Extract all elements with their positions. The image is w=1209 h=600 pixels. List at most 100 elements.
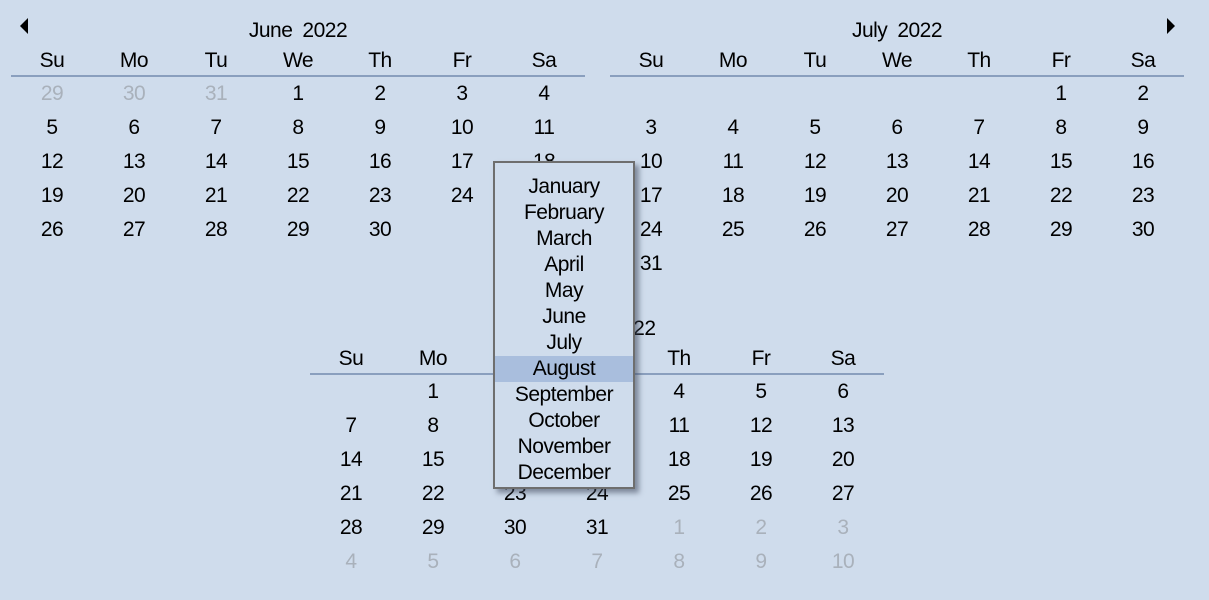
day-cell[interactable]: 30	[474, 511, 556, 545]
day-cell[interactable]: 6	[802, 375, 884, 409]
day-cell[interactable]: 22	[1020, 179, 1102, 213]
day-cell[interactable]: 7	[310, 409, 392, 443]
day-cell[interactable]: 8	[257, 111, 339, 145]
day-cell[interactable]: 14	[310, 443, 392, 477]
day-cell[interactable]: 27	[93, 213, 175, 247]
day-cell[interactable]: 1	[392, 375, 474, 409]
day-cell[interactable]: 12	[11, 145, 93, 179]
day-cell[interactable]: 28	[310, 511, 392, 545]
month-option-october[interactable]: October	[495, 408, 633, 434]
day-cell[interactable]: 27	[802, 477, 884, 511]
day-cell[interactable]: 28	[938, 213, 1020, 247]
day-cell[interactable]: 6	[93, 111, 175, 145]
month-option-april[interactable]: April	[495, 252, 633, 278]
day-cell[interactable]: 16	[339, 145, 421, 179]
day-cell[interactable]: 8	[392, 409, 474, 443]
day-cell[interactable]: 16	[1102, 145, 1184, 179]
day-cell[interactable]: 8	[1020, 111, 1102, 145]
day-cell[interactable]: 6	[856, 111, 938, 145]
day-cell[interactable]: 27	[856, 213, 938, 247]
month-option-june[interactable]: June	[495, 304, 633, 330]
day-cell[interactable]: 5	[720, 375, 802, 409]
month-title[interactable]: July 2022	[610, 17, 1184, 45]
day-cell[interactable]: 5	[11, 111, 93, 145]
day-cell[interactable]: 13	[856, 145, 938, 179]
day-cell[interactable]: 11	[638, 409, 720, 443]
day-cell-other-month[interactable]: 10	[802, 545, 884, 579]
day-cell[interactable]: 1	[257, 77, 339, 111]
day-cell[interactable]: 26	[11, 213, 93, 247]
day-cell[interactable]: 30	[339, 213, 421, 247]
day-cell-other-month[interactable]: 5	[392, 545, 474, 579]
day-cell[interactable]: 7	[175, 111, 257, 145]
day-cell[interactable]: 4	[638, 375, 720, 409]
day-cell[interactable]: 11	[692, 145, 774, 179]
month-option-december[interactable]: December	[495, 460, 633, 486]
month-year[interactable]: 2022	[897, 19, 942, 42]
day-cell[interactable]: 12	[774, 145, 856, 179]
day-cell[interactable]: 7	[938, 111, 1020, 145]
month-dropdown[interactable]: January February March April May June July Augu…	[493, 161, 635, 489]
day-cell[interactable]: 19	[774, 179, 856, 213]
day-cell[interactable]: 29	[392, 511, 474, 545]
day-cell[interactable]: 9	[339, 111, 421, 145]
day-cell[interactable]: 15	[1020, 145, 1102, 179]
day-cell[interactable]: 2	[339, 77, 421, 111]
day-cell[interactable]: 26	[774, 213, 856, 247]
month-option-march[interactable]: March	[495, 226, 633, 252]
day-cell-other-month[interactable]: 8	[638, 545, 720, 579]
day-cell[interactable]: 21	[310, 477, 392, 511]
day-cell-other-month[interactable]: 2	[720, 511, 802, 545]
day-cell[interactable]: 2	[1102, 77, 1184, 111]
day-cell[interactable]: 5	[774, 111, 856, 145]
month-option-august[interactable]: August	[495, 356, 633, 382]
day-cell-other-month[interactable]: 1	[638, 511, 720, 545]
day-cell[interactable]: 22	[257, 179, 339, 213]
day-cell[interactable]: 12	[720, 409, 802, 443]
day-cell-other-month[interactable]: 29	[11, 77, 93, 111]
day-cell[interactable]: 14	[938, 145, 1020, 179]
day-cell[interactable]: 19	[11, 179, 93, 213]
day-cell[interactable]: 25	[638, 477, 720, 511]
month-option-september[interactable]: September	[495, 382, 633, 408]
day-cell[interactable]: 15	[392, 443, 474, 477]
day-cell[interactable]: 3	[610, 111, 692, 145]
day-cell-other-month[interactable]: 6	[474, 545, 556, 579]
day-cell[interactable]: 31	[556, 511, 638, 545]
day-cell[interactable]: 20	[802, 443, 884, 477]
day-cell[interactable]: 1	[1020, 77, 1102, 111]
day-cell[interactable]: 15	[257, 145, 339, 179]
day-cell[interactable]: 24	[421, 179, 503, 213]
day-cell-other-month[interactable]: 30	[93, 77, 175, 111]
day-cell[interactable]: 29	[257, 213, 339, 247]
day-cell[interactable]: 22	[392, 477, 474, 511]
day-cell[interactable]: 23	[1102, 179, 1184, 213]
day-cell[interactable]: 18	[638, 443, 720, 477]
day-cell[interactable]: 18	[692, 179, 774, 213]
month-option-november[interactable]: November	[495, 434, 633, 460]
day-cell[interactable]: 13	[802, 409, 884, 443]
day-cell[interactable]: 13	[93, 145, 175, 179]
month-name[interactable]: June	[249, 19, 293, 42]
day-cell[interactable]: 19	[720, 443, 802, 477]
day-cell[interactable]: 14	[175, 145, 257, 179]
day-cell[interactable]: 25	[692, 213, 774, 247]
day-cell[interactable]: 4	[503, 77, 585, 111]
day-cell[interactable]: 30	[1102, 213, 1184, 247]
month-option-february[interactable]: February	[495, 200, 633, 226]
day-cell[interactable]: 17	[421, 145, 503, 179]
day-cell[interactable]: 10	[421, 111, 503, 145]
day-cell[interactable]: 23	[339, 179, 421, 213]
day-cell[interactable]: 26	[720, 477, 802, 511]
month-year[interactable]: 2022	[302, 19, 347, 42]
day-cell[interactable]: 11	[503, 111, 585, 145]
month-option-january[interactable]: January	[495, 174, 633, 200]
day-cell[interactable]: 20	[93, 179, 175, 213]
day-cell[interactable]: 29	[1020, 213, 1102, 247]
month-option-july[interactable]: July	[495, 330, 633, 356]
day-cell[interactable]: 3	[421, 77, 503, 111]
day-cell[interactable]: 20	[856, 179, 938, 213]
day-cell-other-month[interactable]: 3	[802, 511, 884, 545]
day-cell-other-month[interactable]: 4	[310, 545, 392, 579]
month-title[interactable]: June 2022	[11, 17, 585, 45]
